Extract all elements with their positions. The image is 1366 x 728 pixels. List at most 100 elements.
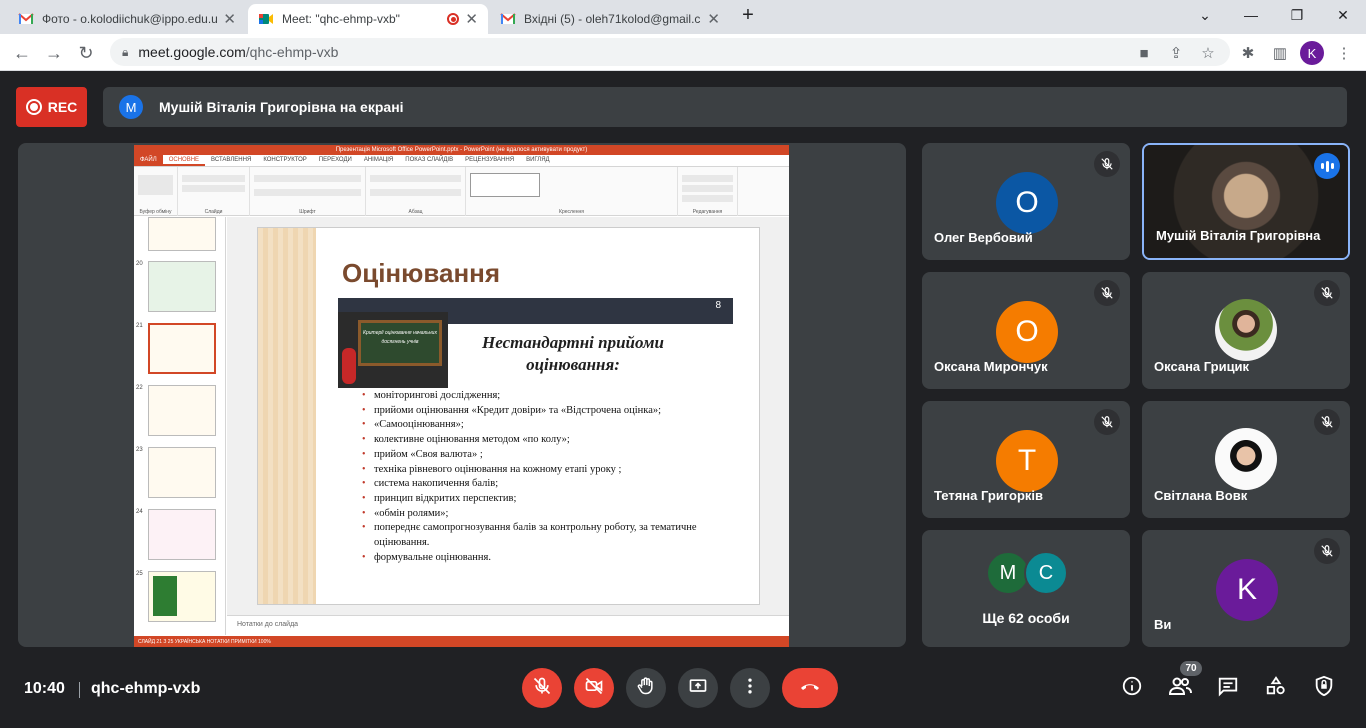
- ppt-tab: ФАЙЛ: [134, 155, 163, 166]
- shared-screen-stage[interactable]: Презентація Microsoft Office PowerPoint.…: [18, 143, 906, 647]
- powerpoint-window: Презентація Microsoft Office PowerPoint.…: [134, 145, 789, 647]
- forward-icon[interactable]: →: [42, 41, 66, 65]
- meeting-details-button[interactable]: [1120, 676, 1144, 700]
- recording-indicator-icon: [447, 13, 460, 25]
- reload-icon[interactable]: ↻: [74, 41, 98, 65]
- camera-toggle-button[interactable]: [574, 668, 614, 708]
- people-icon: [1168, 674, 1192, 703]
- bullet-item: «обмін ролями»;: [362, 507, 742, 522]
- tab-search-icon[interactable]: ⌄: [1182, 0, 1228, 30]
- ppt-ribbon: Буфер обміну Слайди Шрифт Абзац Кресленн…: [134, 167, 789, 216]
- host-controls-icon: [1313, 675, 1335, 702]
- mic-toggle-button[interactable]: [522, 668, 562, 708]
- participant-tile[interactable]: O Оксана Мирончук: [922, 272, 1130, 389]
- slide-thumbnail[interactable]: [148, 509, 216, 560]
- extensions-icon[interactable]: ✱: [1236, 41, 1260, 65]
- back-icon[interactable]: ←: [10, 41, 34, 65]
- profile-avatar[interactable]: K: [1300, 41, 1324, 65]
- bullet-item: «Самооцінювання»;: [362, 418, 742, 433]
- more-participants-tile[interactable]: M C Ще 62 особи: [922, 530, 1130, 647]
- participant-name: Олег Вербовий: [934, 230, 1033, 245]
- participant-avatar: T: [996, 430, 1058, 492]
- browser-tab-strip: Фото - o.kolodiichuk@ippo.edu.u ✕ Meet: …: [0, 0, 1366, 34]
- tab-title: Фото - o.kolodiichuk@ippo.edu.u: [42, 12, 218, 26]
- presenting-banner: M Мушій Віталія Григорівна на екрані: [103, 87, 1347, 127]
- participant-photo: [1215, 299, 1277, 361]
- new-tab-button[interactable]: +: [734, 0, 762, 30]
- bullet-item: моніторингові дослідження;: [362, 389, 742, 404]
- meeting-code: qhc-ehmp-vxb: [91, 680, 201, 697]
- browser-menu-icon[interactable]: ⋮: [1332, 41, 1356, 65]
- people-button[interactable]: [1168, 676, 1192, 700]
- minimize-button[interactable]: —: [1228, 0, 1274, 30]
- tab-title: Вхідні (5) - oleh71kolod@gmail.c: [524, 12, 701, 26]
- ppt-tab: ОСНОВНЕ: [162, 155, 206, 166]
- activities-button[interactable]: [1264, 675, 1288, 702]
- close-tab-icon[interactable]: ✕: [465, 10, 478, 28]
- speaking-indicator-icon: [1314, 153, 1340, 179]
- slide-thumbnail[interactable]: [148, 385, 216, 436]
- participant-avatar: O: [996, 301, 1058, 363]
- mic-off-icon: [1094, 151, 1120, 177]
- participant-name: Оксана Мирончук: [934, 359, 1048, 374]
- close-tab-icon[interactable]: ✕: [223, 10, 236, 28]
- participants-count-badge: 70: [1180, 661, 1202, 676]
- participant-tile[interactable]: Оксана Грицик: [1142, 272, 1350, 389]
- slide-thumbnails[interactable]: 20 21 22 23 24 25: [134, 217, 226, 635]
- activities-icon: [1265, 675, 1287, 702]
- participant-tile[interactable]: O Олег Вербовий: [922, 143, 1130, 260]
- participant-avatar: C: [1024, 551, 1068, 595]
- participant-tile[interactable]: T Тетяна Григорків: [922, 401, 1130, 518]
- chat-button[interactable]: [1216, 676, 1240, 700]
- side-panel-icon[interactable]: ▥: [1268, 41, 1292, 65]
- address-bar[interactable]: 🔒︎ meet.google.com/qhc-ehmp-vxb: [110, 38, 1230, 66]
- ppt-ribbon-tabs: ФАЙЛ ОСНОВНЕ ВСТАВЛЕННЯ КОНСТРУКТОР ПЕРЕ…: [134, 155, 789, 167]
- more-options-button[interactable]: [730, 668, 770, 708]
- mic-off-icon: [1094, 409, 1120, 435]
- browser-toolbar: ← → ↻ 🔒︎ meet.google.com/qhc-ehmp-vxb ■ …: [0, 34, 1366, 71]
- slide-thumbnail[interactable]: [148, 217, 216, 251]
- raise-hand-button[interactable]: [626, 668, 666, 708]
- participant-avatar: K: [1216, 559, 1278, 621]
- camera-in-use-icon[interactable]: ■: [1132, 41, 1156, 65]
- bullet-item: попереднє самопрогнозування балів за кон…: [362, 521, 742, 550]
- slide-number: 8: [715, 300, 721, 311]
- ribbon-group: Абзац: [366, 167, 466, 216]
- ribbon-group: Слайди: [178, 167, 250, 216]
- tab-meet[interactable]: Meet: "qhc-ehmp-vxb" ✕: [248, 4, 488, 34]
- tab-photos[interactable]: Фото - o.kolodiichuk@ippo.edu.u ✕: [8, 4, 246, 34]
- slide-edit-pane: Оцінювання 8 Критерії оцінювання начальн…: [227, 217, 789, 635]
- present-screen-icon: [688, 676, 708, 701]
- ppt-status-bar: СЛАЙД 21 З 25 УКРАЇНСЬКА НОТАТКИ ПРИМІТК…: [134, 636, 789, 647]
- slide-thumbnail[interactable]: [148, 447, 216, 498]
- restore-button[interactable]: ❐: [1274, 0, 1320, 30]
- thumb-number: 24: [136, 509, 143, 515]
- close-window-button[interactable]: ✕: [1320, 0, 1366, 30]
- ppt-title-bar: Презентація Microsoft Office PowerPoint.…: [134, 145, 789, 155]
- share-icon[interactable]: ⇪: [1164, 41, 1188, 65]
- record-icon: [25, 99, 42, 115]
- info-icon: [1121, 675, 1143, 702]
- self-tile[interactable]: K Ви: [1142, 530, 1350, 647]
- present-now-button[interactable]: [678, 668, 718, 708]
- ppt-tab: ВИГЛЯД: [526, 157, 550, 163]
- slide-subtitle: Нестандартні прийоми оцінювання:: [482, 333, 664, 374]
- tab-gmail-inbox[interactable]: Вхідні (5) - oleh71kolod@gmail.c ✕: [490, 4, 730, 34]
- gmail-icon: [18, 11, 34, 27]
- slide-thumbnail[interactable]: [148, 571, 216, 622]
- participant-tile[interactable]: Світлана Вовк: [1142, 401, 1350, 518]
- participant-name: Оксана Грицик: [1154, 359, 1250, 374]
- leave-call-button[interactable]: [782, 668, 838, 708]
- slide-thumbnail[interactable]: [148, 261, 216, 312]
- presenting-text: Мушій Віталія Григорівна на екрані: [159, 99, 404, 115]
- meet-icon: [258, 11, 274, 27]
- recording-badge[interactable]: REC: [16, 87, 87, 127]
- bookmark-star-icon[interactable]: ☆: [1196, 41, 1220, 65]
- mic-off-icon: [1314, 409, 1340, 435]
- host-controls-button[interactable]: [1312, 675, 1336, 702]
- slide-title: Оцінювання: [342, 258, 501, 288]
- bullet-item: колективне оцінювання методом «по колу»;: [362, 433, 742, 448]
- participant-tile-active-speaker[interactable]: Мушій Віталія Григорівна: [1142, 143, 1350, 260]
- slide-thumbnail-selected[interactable]: [148, 323, 216, 374]
- close-tab-icon[interactable]: ✕: [707, 10, 720, 28]
